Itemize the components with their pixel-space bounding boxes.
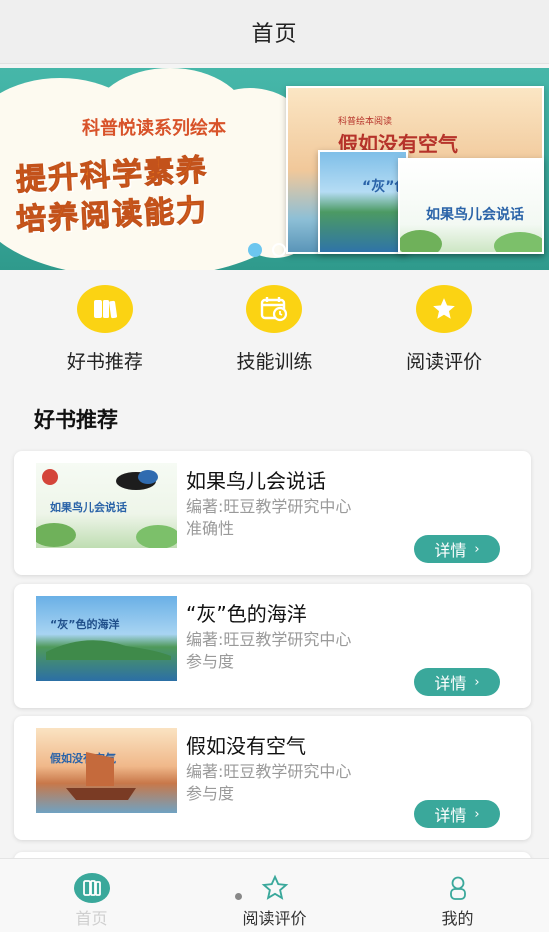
tab-label: 阅读评价 [242,909,307,928]
book-tag: 参与度 [186,652,235,671]
tab-reading-evaluation[interactable]: 阅读评价 [183,859,366,932]
promo-banner[interactable]: 科普悦读系列绘本 提升科学素养 培养阅读能力 科普绘本阅读 假如没有空气 “灰”… [0,68,549,270]
notification-dot [235,893,242,900]
star-outline-icon [261,873,289,903]
carousel-dot-active[interactable] [248,243,262,257]
bird-illustration-icon [36,469,177,548]
chevron-right-icon: › [474,806,480,822]
page-title: 首页 [251,21,298,47]
book-title: “灰”色的海洋 [186,602,307,626]
detail-button-label: 详情 [434,806,467,825]
star-icon [416,285,473,333]
tab-home[interactable]: 首页 [0,859,183,932]
user-icon [447,873,469,903]
book-tag: 参与度 [186,784,235,803]
book-title: 如果鸟儿会说话 [186,469,326,493]
detail-button[interactable]: 详情 › [414,668,500,696]
quick-nav: 好书推荐 技能训练 阅读评价 [0,285,549,374]
app-header: 首页 [0,0,549,64]
book-cover-thumbnail: 假如没有空气 [36,728,177,813]
chevron-right-icon: › [474,541,480,557]
bottom-tab-bar: 首页 阅读评价 我的 [0,858,549,932]
quick-nav-label: 好书推荐 [66,351,143,373]
ship-illustration-icon [66,752,136,800]
book-cover-thumbnail: “灰”色的海洋 [36,596,177,681]
quick-nav-label: 阅读评价 [406,351,483,373]
book-icon [76,285,133,333]
carousel-indicator [248,243,286,257]
banner-cover-ocean: “灰”色 [318,150,408,254]
quick-nav-label: 技能训练 [236,351,313,373]
book-title: 假如没有空气 [186,734,306,758]
book-author: 编著:旺豆教学研究中心 [186,630,352,649]
book-card[interactable]: “灰”色的海洋 “灰”色的海洋 编著:旺豆教学研究中心 参与度 详情 › [14,584,531,708]
detail-button-label: 详情 [434,674,467,693]
banner-cover-bird: 如果鸟儿会说话 [398,158,544,254]
section-title: 好书推荐 [34,408,118,432]
cover-subtitle: 科普绘本阅读 [338,117,393,127]
quick-nav-recommend[interactable]: 好书推荐 [35,285,175,374]
book-tag: 准确性 [186,519,235,538]
detail-button[interactable]: 详情 › [414,800,500,828]
quick-nav-skill-training[interactable]: 技能训练 [204,285,344,374]
book-cover-thumbnail: 如果鸟儿会说话 [36,463,177,548]
banner-series-text: 科普悦读系列绘本 [82,118,226,139]
book-author: 编著:旺豆教学研究中心 [186,497,352,516]
detail-button-label: 详情 [434,541,467,560]
book-card[interactable]: 假如没有空气 假如没有空气 编著:旺豆教学研究中心 参与度 详情 › [14,716,531,840]
tab-label: 我的 [441,909,474,928]
home-book-icon [73,873,110,903]
book-card[interactable]: 如果鸟儿会说话 如果鸟儿会说话 编著:旺豆教学研究中心 准确性 详情 › [14,451,531,575]
quick-nav-reading-evaluation[interactable]: 阅读评价 [374,285,514,374]
island-illustration-icon [46,640,171,660]
tab-label: 首页 [75,909,108,928]
tab-profile[interactable]: 我的 [366,859,549,932]
carousel-dot[interactable] [272,243,286,257]
leaves-icon [400,230,542,252]
chevron-right-icon: › [474,674,480,690]
book-author: 编著:旺豆教学研究中心 [186,762,352,781]
detail-button[interactable]: 详情 › [414,535,500,563]
calendar-clock-icon [246,285,303,333]
